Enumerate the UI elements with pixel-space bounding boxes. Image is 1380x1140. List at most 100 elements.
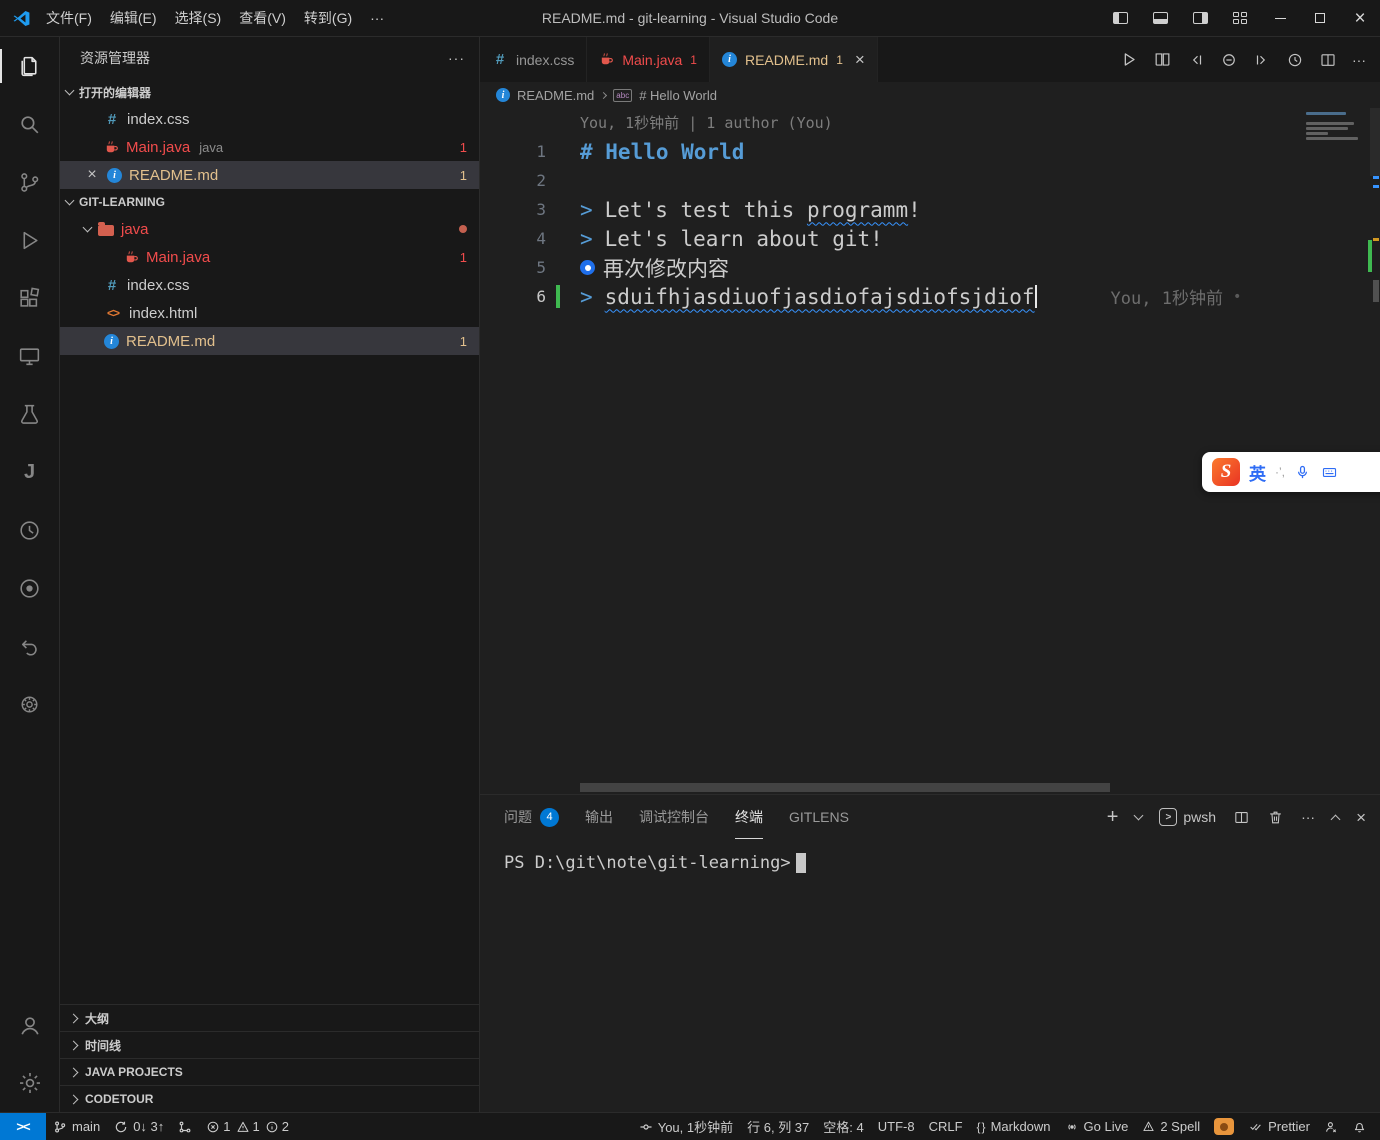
tab-readme-md[interactable]: i README.md 1 × xyxy=(710,37,878,82)
open-changes-icon[interactable] xyxy=(1220,51,1238,69)
run-icon[interactable] xyxy=(1119,50,1138,69)
section-java-projects[interactable]: JAVA PROJECTS xyxy=(60,1058,479,1085)
blockquote-marker: > xyxy=(580,227,593,251)
microphone-icon[interactable] xyxy=(1294,464,1311,481)
close-panel-icon[interactable]: × xyxy=(1356,809,1366,826)
next-change-icon[interactable] xyxy=(1253,51,1271,69)
timeline-icon[interactable] xyxy=(1286,51,1304,69)
panel-tab-terminal[interactable]: 终端 xyxy=(735,795,763,839)
problems-item[interactable]: 1 1 2 xyxy=(199,1113,296,1140)
toggle-panel-icon[interactable] xyxy=(1140,0,1180,36)
markdown-preview-icon[interactable] xyxy=(1153,50,1172,69)
prettier-item[interactable]: Prettier xyxy=(1241,1113,1317,1140)
git-graph-icon[interactable] xyxy=(171,1113,199,1140)
ime-punctuation-mode[interactable]: ·’, xyxy=(1275,465,1285,479)
maximize-panel-icon[interactable] xyxy=(1331,814,1341,824)
section-timeline[interactable]: 时间线 xyxy=(60,1031,479,1058)
target-icon[interactable] xyxy=(0,559,59,617)
terminal-viewport[interactable]: PS D:\git\note\git-learning> xyxy=(480,839,1380,1112)
notifications-bell-icon[interactable] xyxy=(1345,1113,1374,1140)
panel-tab-problems[interactable]: 问题 4 xyxy=(504,795,559,839)
ime-language-mode[interactable]: 英 xyxy=(1249,460,1266,485)
close-tab-icon[interactable]: × xyxy=(855,50,865,70)
terminal-dropdown-icon[interactable] xyxy=(1134,811,1144,821)
run-debug-icon[interactable] xyxy=(0,211,59,269)
tab-index-css[interactable]: # index.css xyxy=(480,37,587,82)
toggle-secondary-sidebar-icon[interactable] xyxy=(1180,0,1220,36)
editor[interactable]: You, 1秒钟前 | 1 author (You) 1 # Hello Wor… xyxy=(480,108,1380,794)
close-button[interactable]: × xyxy=(1340,0,1380,36)
previous-change-icon[interactable] xyxy=(1187,51,1205,69)
extensions-icon[interactable] xyxy=(0,269,59,327)
keyboard-icon[interactable] xyxy=(1320,464,1339,481)
menu-edit[interactable]: 编辑(E) xyxy=(101,0,166,36)
encoding-item[interactable]: UTF-8 xyxy=(871,1113,922,1140)
panel-more-actions-icon[interactable]: ··· xyxy=(1301,809,1315,825)
cursor-position-item[interactable]: 行 6, 列 37 xyxy=(740,1113,816,1140)
panel-tab-debug-console[interactable]: 调试控制台 xyxy=(639,795,709,839)
project-root-header[interactable]: GIT-LEARNING xyxy=(60,189,479,215)
new-terminal-icon[interactable]: + xyxy=(1107,806,1119,829)
indentation-item[interactable]: 空格: 4 xyxy=(816,1113,870,1140)
section-outline[interactable]: 大纲 xyxy=(60,1004,479,1031)
spell-checker-item[interactable]: 2 Spell xyxy=(1135,1113,1207,1140)
split-terminal-icon[interactable] xyxy=(1233,809,1250,826)
gitlens-blame-item[interactable]: You, 1秒钟前 xyxy=(632,1113,740,1140)
settings-gear-icon[interactable] xyxy=(0,1054,59,1112)
letter-j-icon[interactable]: J xyxy=(0,443,59,501)
menu-file[interactable]: 文件(F) xyxy=(37,0,101,36)
source-control-icon[interactable] xyxy=(0,153,59,211)
explorer-more-actions-icon[interactable]: ··· xyxy=(448,50,465,66)
terminal-shell-item[interactable]: > pwsh xyxy=(1159,808,1216,826)
panel-tab-gitlens[interactable]: GITLENS xyxy=(789,795,849,839)
chevron-down-icon xyxy=(65,196,75,206)
more-actions-icon[interactable]: ··· xyxy=(1352,52,1366,68)
go-live-item[interactable]: Go Live xyxy=(1058,1113,1136,1140)
explorer-icon[interactable] xyxy=(0,37,59,95)
toggle-primary-sidebar-icon[interactable] xyxy=(1100,0,1140,36)
sogou-logo[interactable]: S xyxy=(1212,458,1240,486)
language-mode-item[interactable]: { } Markdown xyxy=(970,1113,1058,1140)
account-icon[interactable] xyxy=(0,996,59,1054)
menu-selection[interactable]: 选择(S) xyxy=(166,0,231,36)
close-editor-icon[interactable]: × xyxy=(84,166,100,184)
testing-beaker-icon[interactable] xyxy=(0,385,59,443)
minimize-button[interactable] xyxy=(1260,0,1300,36)
breadcrumb-symbol[interactable]: # Hello World xyxy=(639,88,717,103)
undo-arrow-icon[interactable] xyxy=(0,617,59,675)
customize-layout-icon[interactable] xyxy=(1220,0,1260,36)
gitlens-authors-lens[interactable]: You, 1秒钟前 | 1 author (You) xyxy=(580,112,833,133)
menu-more-icon[interactable]: ··· xyxy=(361,0,393,36)
helm-wheel-icon[interactable] xyxy=(0,675,59,733)
tree-file-main-java[interactable]: Main.java 1 xyxy=(60,243,479,271)
maximize-button[interactable] xyxy=(1300,0,1340,36)
tree-file-index-html[interactable]: <> index.html xyxy=(60,299,479,327)
breadcrumb-file[interactable]: README.md xyxy=(517,88,594,103)
remote-indicator[interactable]: >< xyxy=(0,1113,46,1140)
remote-explorer-icon[interactable] xyxy=(0,327,59,385)
feedback-person-icon[interactable] xyxy=(1317,1113,1345,1140)
split-editor-icon[interactable] xyxy=(1319,51,1337,69)
tree-file-index-css[interactable]: # index.css xyxy=(60,271,479,299)
open-editor-index-css[interactable]: # index.css xyxy=(60,105,479,133)
minimap-slider[interactable] xyxy=(1370,108,1380,176)
branch-item[interactable]: main xyxy=(46,1113,107,1140)
tree-folder-java[interactable]: java xyxy=(60,215,479,243)
panel-tab-output[interactable]: 输出 xyxy=(585,795,613,839)
minimap[interactable] xyxy=(1306,112,1368,142)
open-editor-main-java[interactable]: Main.java java 1 xyxy=(60,133,479,161)
menu-goto[interactable]: 转到(G) xyxy=(295,0,361,36)
open-editors-header[interactable]: 打开的编辑器 xyxy=(60,79,479,105)
extension-status-badge[interactable] xyxy=(1207,1113,1241,1140)
search-icon[interactable] xyxy=(0,95,59,153)
menu-view[interactable]: 查看(V) xyxy=(230,0,295,36)
open-editor-readme-md[interactable]: × i README.md 1 xyxy=(60,161,479,189)
tree-file-readme-md[interactable]: i README.md 1 xyxy=(60,327,479,355)
sync-item[interactable]: 0↓ 3↑ xyxy=(107,1113,171,1140)
section-codetour[interactable]: CODETOUR xyxy=(60,1085,479,1112)
horizontal-scrollbar[interactable] xyxy=(580,783,1110,792)
trash-icon[interactable] xyxy=(1267,809,1284,826)
eol-item[interactable]: CRLF xyxy=(922,1113,970,1140)
tab-main-java[interactable]: Main.java 1 xyxy=(587,37,710,82)
clock-icon[interactable] xyxy=(0,501,59,559)
